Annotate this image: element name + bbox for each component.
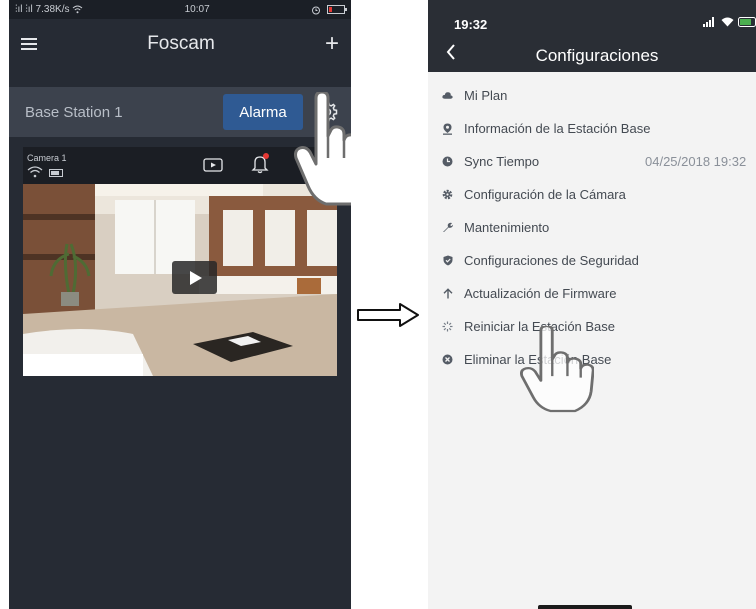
battery-icon (327, 5, 347, 14)
camera-header: Camera 1 (23, 147, 337, 184)
tapping-hand-icon (294, 92, 351, 206)
settings-item-firmware[interactable]: Actualización de Firmware (428, 277, 756, 310)
arrow-up-icon (442, 288, 453, 299)
play-button[interactable] (172, 261, 217, 294)
menu-icon[interactable] (21, 38, 37, 50)
delete-icon (442, 354, 453, 365)
alarm-clock-icon (312, 6, 320, 14)
status-time: 10:07 (184, 4, 210, 15)
camera-name: Camera 1 (27, 153, 67, 163)
status-right (311, 5, 347, 15)
settings-item-label: Configuraciones de Seguridad (464, 253, 639, 268)
wrench-icon (442, 222, 453, 233)
battery-charging-icon (738, 17, 756, 27)
gear-icon (442, 189, 453, 200)
settings-item-label: Mi Plan (464, 88, 508, 103)
right-phone-screen: 19:32 Configuraciones Mi Plan Informació… (428, 0, 756, 609)
app-title: Foscam (147, 33, 215, 54)
base-station-name: Base Station 1 (25, 103, 123, 121)
alarm-button[interactable]: Alarma (223, 94, 303, 130)
sync-time-value: 04/25/2018 19:32 (645, 154, 747, 169)
settings-header: 19:32 Configuraciones (428, 0, 756, 72)
settings-item-label: Información de la Estación Base (464, 121, 651, 136)
tapping-hand-icon (520, 326, 594, 413)
settings-item-label: Configuración de la Cámara (464, 187, 626, 202)
camera-battery-icon (49, 169, 63, 177)
settings-item-maintenance[interactable]: Mantenimiento (428, 211, 756, 244)
cell-signal-icon (703, 17, 714, 27)
status-time-right: 19:32 (454, 17, 488, 32)
settings-item-security[interactable]: Configuraciones de Seguridad (428, 244, 756, 277)
location-pin-icon (442, 123, 453, 135)
left-phone-screen: ⫶ıl ⫶ıl 7.38K/s 10:07 Foscam + Base Stat… (9, 0, 351, 609)
notification-dot (263, 153, 269, 159)
record-video-icon[interactable] (203, 157, 223, 173)
camera-preview[interactable] (23, 184, 337, 376)
settings-item-mi-plan[interactable]: Mi Plan (428, 79, 756, 112)
shield-icon (442, 255, 453, 266)
status-signal: ⫶ıl ⫶ıl 7.38K/s (15, 4, 83, 15)
settings-item-sync-time[interactable]: Sync Tiempo 04/25/2018 19:32 (428, 145, 756, 178)
settings-item-label: Sync Tiempo (464, 154, 540, 169)
app-header: Foscam + (9, 19, 351, 69)
add-icon[interactable]: + (325, 32, 339, 56)
status-bar: ⫶ıl ⫶ıl 7.38K/s 10:07 (9, 0, 351, 19)
cloud-icon (442, 90, 453, 101)
status-icons-right (703, 17, 756, 27)
camera-wifi-icon (27, 166, 43, 178)
settings-item-base-info[interactable]: Información de la Estación Base (428, 112, 756, 145)
wifi-icon (72, 5, 83, 14)
settings-item-label: Actualización de Firmware (464, 286, 617, 301)
page-title: Configuraciones (535, 46, 659, 65)
restart-spinner-icon (442, 321, 453, 332)
right-arrow-icon (357, 303, 419, 327)
settings-item-label: Mantenimiento (464, 220, 550, 235)
home-indicator (538, 605, 632, 609)
wifi-icon-right (721, 17, 734, 27)
clock-icon (442, 156, 453, 167)
settings-item-camera-config[interactable]: Configuración de la Cámara (428, 178, 756, 211)
